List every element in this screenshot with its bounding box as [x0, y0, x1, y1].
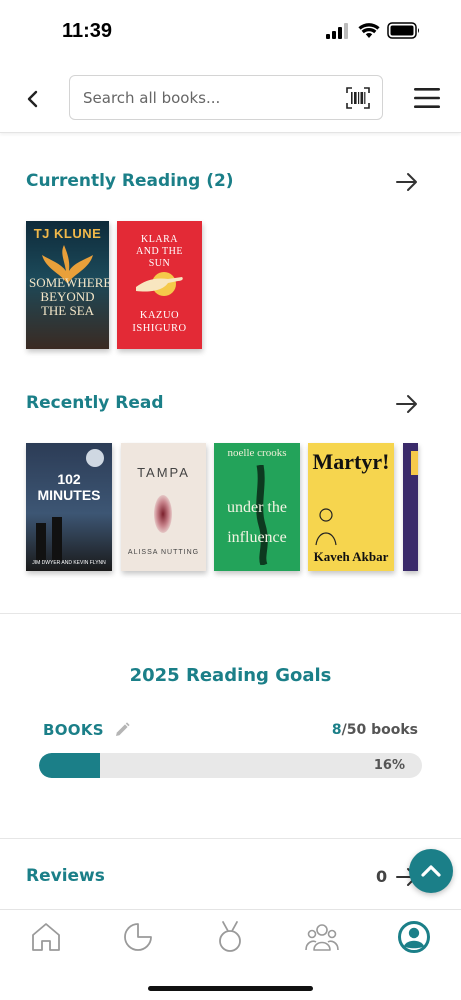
book-title: 102 MINUTES [37, 471, 101, 503]
wifi-icon [358, 23, 380, 38]
section-divider [0, 613, 461, 614]
goal-progress-bar: 16% [39, 753, 422, 778]
book-cover-somewhere-beyond-the-sea[interactable]: TJ KLUNE SOMEWHERE BEYOND THE SEA [26, 221, 109, 349]
figure-illustration [315, 508, 337, 546]
hand-illustration [136, 272, 183, 296]
search-input[interactable] [83, 85, 338, 111]
home-indicator [148, 986, 313, 991]
goal-percent-label: 16% [373, 758, 405, 773]
profile-icon[interactable] [397, 920, 431, 954]
book-cover-partial[interactable] [403, 443, 418, 571]
book-author: JIM DWYER AND KEVIN FLYNN [32, 560, 106, 566]
section-divider [0, 838, 461, 839]
goal-count: 8/50 books [332, 722, 418, 738]
goal-category-label: BOOKS [43, 721, 104, 739]
peach-illustration [154, 495, 172, 533]
book-author: KAZUO ISHIGURO [132, 310, 187, 334]
goal-progress-fill [39, 753, 101, 778]
currently-reading-arrow-icon[interactable] [395, 172, 419, 192]
currently-reading-title[interactable]: Currently Reading (2) [26, 171, 234, 191]
tower-illustration [52, 517, 62, 561]
reviews-count: 0 [376, 867, 388, 886]
reviews-label[interactable]: Reviews [26, 866, 105, 886]
moon-icon[interactable] [121, 920, 155, 954]
cover-detail [411, 451, 418, 475]
goal-total: /50 books [341, 722, 418, 738]
book-title: KLARA AND THE SUN [136, 234, 183, 269]
book-title: under the influence [227, 499, 287, 546]
book-cover-102-minutes[interactable]: 102 MINUTES JIM DWYER AND KEVIN FLYNN [26, 443, 112, 571]
top-bar [0, 60, 461, 133]
status-bar: 11:39 [0, 0, 461, 60]
hamburger-menu-icon[interactable] [413, 86, 441, 110]
recently-read-arrow-icon[interactable] [395, 394, 419, 414]
tower-illustration [36, 523, 46, 561]
battery-icon [387, 22, 419, 39]
book-title: TAMPA [137, 465, 190, 480]
book-author: Kaveh Akbar [313, 549, 389, 564]
back-chevron-icon[interactable] [22, 88, 44, 110]
moon-illustration [86, 449, 104, 467]
reading-goals-title: 2025 Reading Goals [129, 665, 332, 686]
goal-current: 8 [331, 722, 342, 738]
book-cover-under-the-influence[interactable]: noelle crooks under the influence [214, 443, 300, 571]
status-time: 11:39 [62, 20, 113, 42]
book-author: noelle crooks [227, 447, 287, 459]
medal-icon[interactable] [213, 920, 247, 954]
book-cover-tampa[interactable]: TAMPA ALISSA NUTTING [121, 443, 206, 571]
community-icon[interactable] [305, 920, 339, 954]
scroll-to-top-button[interactable] [409, 849, 453, 893]
book-cover-martyr[interactable]: Martyr! Kaveh Akbar [308, 443, 394, 571]
edit-pencil-icon[interactable] [113, 721, 131, 739]
home-icon[interactable] [29, 920, 63, 954]
recently-read-title[interactable]: Recently Read [26, 393, 164, 413]
cellular-signal-icon [326, 23, 348, 39]
book-title: SOMEWHERE BEYOND THE SEA [29, 275, 109, 318]
book-author: TJ KLUNE [33, 226, 102, 241]
barcode-scan-icon[interactable] [346, 87, 370, 109]
search-box[interactable] [69, 75, 383, 120]
chevron-up-icon [421, 865, 441, 877]
book-title: Martyr! [312, 449, 390, 474]
book-cover-klara-and-the-sun[interactable]: KLARA AND THE SUN KAZUO ISHIGURO [117, 221, 202, 349]
book-author: ALISSA NUTTING [127, 549, 200, 556]
